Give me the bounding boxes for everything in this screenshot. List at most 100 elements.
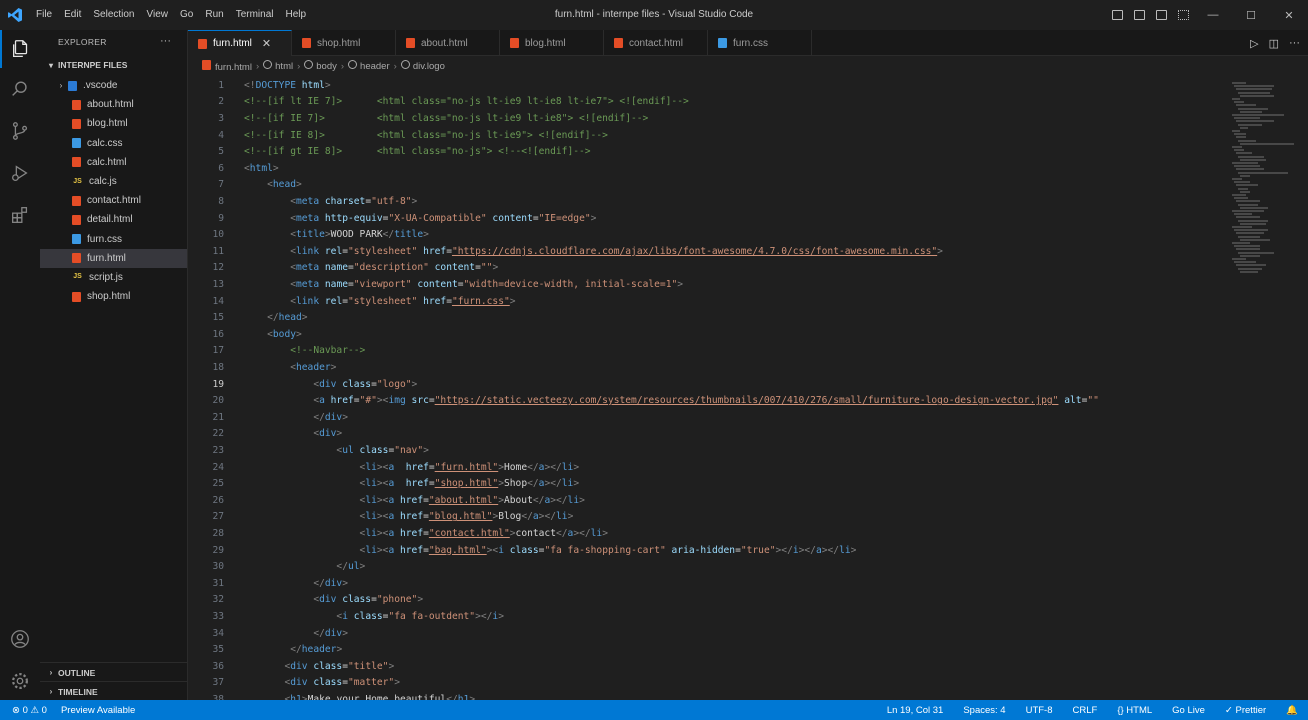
line-number: 33 bbox=[212, 610, 224, 622]
menu-go[interactable]: Go bbox=[174, 0, 199, 30]
go-live-button[interactable]: Go Live bbox=[1172, 705, 1205, 716]
code-line: 29 <li><a href="bag.html"><i class="fa f… bbox=[188, 542, 1228, 559]
line-number: 31 bbox=[212, 577, 224, 589]
more-actions-icon[interactable]: ··· bbox=[1289, 37, 1300, 49]
code-line: 14 <link rel="stylesheet" href="furn.css… bbox=[188, 293, 1228, 310]
code-text: <link rel="stylesheet" href="furn.css"> bbox=[290, 295, 516, 307]
encoding[interactable]: UTF-8 bbox=[1026, 705, 1053, 716]
run-debug-icon[interactable] bbox=[0, 154, 40, 192]
code-editor[interactable]: 1 <!DOCTYPE html> 2 <!--[if lt IE 7]> <html… bbox=[188, 76, 1228, 700]
minimap-line bbox=[1238, 251, 1274, 254]
tab-furn-html[interactable]: furn.html ✕ bbox=[188, 30, 292, 56]
close-tab-icon[interactable]: ✕ bbox=[262, 37, 271, 50]
file-item[interactable]: detail.html bbox=[40, 210, 187, 229]
file-item[interactable]: JS calc.js bbox=[40, 172, 187, 191]
more-actions-icon[interactable]: ··· bbox=[160, 35, 171, 47]
file-item[interactable]: JS script.js bbox=[40, 268, 187, 287]
preview-available[interactable]: Preview Available bbox=[61, 705, 135, 716]
menu-bar: File Edit Selection View Go Run Terminal Help bbox=[30, 0, 312, 30]
breadcrumb-item[interactable]: div.logo bbox=[400, 60, 445, 72]
code-line: 36 <div class="title"> bbox=[188, 658, 1228, 675]
minimap-line bbox=[1232, 258, 1246, 260]
minimize-button[interactable]: — bbox=[1194, 0, 1232, 30]
menu-terminal[interactable]: Terminal bbox=[230, 0, 280, 30]
menu-edit[interactable]: Edit bbox=[58, 0, 87, 30]
folder-vscode[interactable]: › .vscode bbox=[40, 76, 187, 95]
line-ending[interactable]: CRLF bbox=[1073, 705, 1098, 716]
workspace-section[interactable]: ▾ INTERNPE FILES bbox=[40, 54, 187, 76]
code-text: <li><a href="blog.html">Blog</a></li> bbox=[359, 511, 574, 523]
file-item[interactable]: contact.html bbox=[40, 191, 187, 210]
tab-shop-html[interactable]: shop.html bbox=[292, 30, 396, 56]
minimap[interactable] bbox=[1228, 76, 1308, 700]
file-item[interactable]: calc.html bbox=[40, 153, 187, 172]
breadcrumb-item[interactable]: html bbox=[263, 60, 293, 72]
cursor-position[interactable]: Ln 19, Col 31 bbox=[887, 705, 944, 716]
toggle-secondary-sidebar-icon[interactable] bbox=[1150, 0, 1172, 30]
breadcrumb-item[interactable]: header bbox=[348, 60, 390, 72]
tab-blog-html[interactable]: blog.html bbox=[500, 30, 604, 56]
breadcrumb-item[interactable]: furn.html bbox=[202, 59, 252, 73]
file-item[interactable]: about.html bbox=[40, 95, 187, 114]
prettier-status[interactable]: ✓ Prettier bbox=[1225, 705, 1266, 716]
customize-layout-icon[interactable] bbox=[1172, 0, 1194, 30]
notifications-icon[interactable]: 🔔 bbox=[1286, 705, 1298, 716]
explorer-icon[interactable] bbox=[0, 30, 40, 68]
code-line: 31 </div> bbox=[188, 575, 1228, 592]
minimap-line bbox=[1232, 114, 1284, 116]
tab-contact-html[interactable]: contact.html bbox=[604, 30, 708, 56]
css-file-icon bbox=[72, 138, 81, 149]
code-text: <link rel="stylesheet" href="https://cdn… bbox=[290, 245, 943, 257]
html-file-icon bbox=[406, 38, 415, 48]
minimap-line bbox=[1234, 117, 1260, 120]
close-window-button[interactable]: ✕ bbox=[1270, 0, 1308, 30]
css-file-icon bbox=[72, 234, 81, 245]
file-item[interactable]: furn.css bbox=[40, 230, 187, 249]
file-item[interactable]: blog.html bbox=[40, 114, 187, 133]
tab-furn-css[interactable]: furn.css bbox=[708, 30, 812, 56]
minimap-line bbox=[1236, 104, 1256, 107]
menu-run[interactable]: Run bbox=[199, 0, 229, 30]
minimap-line bbox=[1240, 206, 1268, 209]
indentation[interactable]: Spaces: 4 bbox=[963, 705, 1005, 716]
account-icon[interactable] bbox=[0, 620, 40, 658]
outline-section[interactable]: › OUTLINE bbox=[40, 662, 188, 682]
code-text: <title>WOOD PARK</title> bbox=[290, 229, 429, 241]
settings-icon[interactable] bbox=[0, 662, 40, 700]
menu-selection[interactable]: Selection bbox=[87, 0, 140, 30]
toggle-panel-icon[interactable] bbox=[1128, 0, 1150, 30]
minimap-line bbox=[1232, 82, 1246, 84]
line-number: 17 bbox=[212, 345, 224, 357]
timeline-section[interactable]: › TIMELINE bbox=[40, 681, 188, 701]
minimap-line bbox=[1238, 203, 1258, 206]
chevron-right-icon: › bbox=[297, 60, 301, 72]
line-number: 32 bbox=[212, 594, 224, 606]
menu-view[interactable]: View bbox=[141, 0, 175, 30]
language-mode[interactable]: {} HTML bbox=[1117, 705, 1152, 716]
source-control-icon[interactable] bbox=[0, 112, 40, 150]
search-icon[interactable] bbox=[0, 70, 40, 108]
code-text: <!--[if lt IE 7]> <html class="no-js lt-… bbox=[244, 96, 689, 108]
file-item[interactable]: calc.css bbox=[40, 134, 187, 153]
file-item[interactable]: furn.html bbox=[40, 248, 187, 268]
run-icon[interactable]: ▷ bbox=[1250, 37, 1258, 50]
breadcrumb: furn.html › html › body › header › div.logo bbox=[188, 56, 1308, 76]
menu-file[interactable]: File bbox=[30, 0, 58, 30]
breadcrumb-item[interactable]: body bbox=[304, 60, 337, 72]
minimap-line bbox=[1232, 194, 1246, 196]
maximize-button[interactable]: ☐ bbox=[1232, 0, 1270, 30]
chevron-right-icon: › bbox=[49, 687, 53, 696]
problems-indicator[interactable]: ⊗ 0 ⚠ 0 bbox=[12, 705, 47, 716]
menu-help[interactable]: Help bbox=[280, 0, 313, 30]
extensions-icon[interactable] bbox=[0, 196, 40, 234]
title-bar: File Edit Selection View Go Run Terminal Help f… bbox=[0, 0, 1308, 30]
toggle-primary-sidebar-icon[interactable] bbox=[1106, 0, 1128, 30]
file-item[interactable]: shop.html bbox=[40, 287, 187, 306]
file-label: calc.css bbox=[87, 137, 123, 149]
minimap-line bbox=[1238, 91, 1270, 94]
tab-about-html[interactable]: about.html bbox=[396, 30, 500, 56]
symbol-icon bbox=[400, 60, 410, 69]
code-line: 21 </div> bbox=[188, 409, 1228, 426]
line-number: 19 bbox=[212, 378, 224, 390]
split-editor-icon[interactable]: ◫ bbox=[1269, 37, 1279, 50]
